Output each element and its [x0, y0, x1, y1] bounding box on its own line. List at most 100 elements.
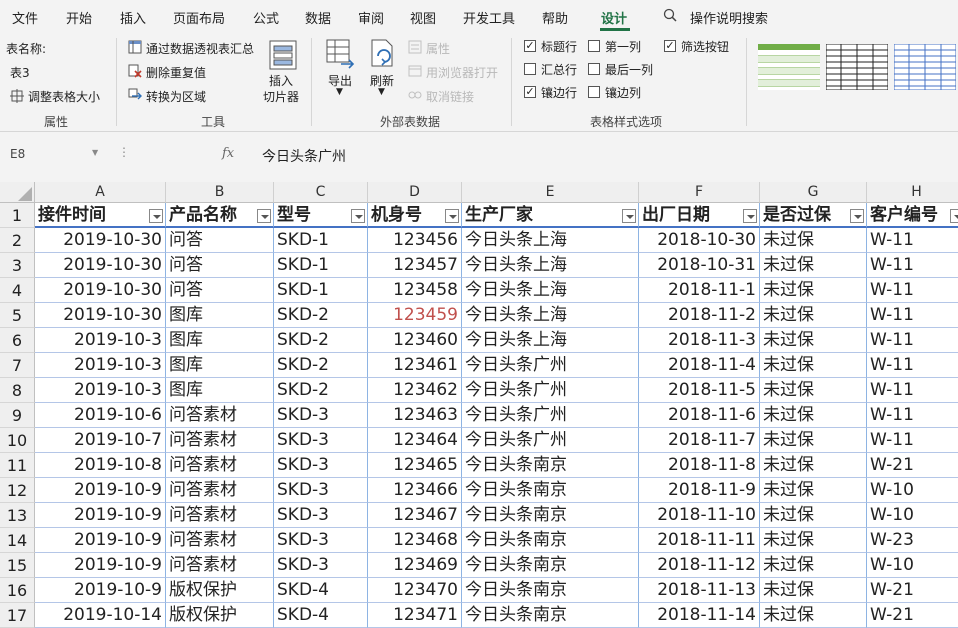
table-cell[interactable]: 123460 — [368, 328, 462, 353]
table-cell[interactable]: 123471 — [368, 603, 462, 628]
table-cell[interactable]: 图库 — [166, 378, 274, 403]
table-cell[interactable]: SKD-4 — [274, 603, 368, 628]
table-cell[interactable]: 未过保 — [760, 553, 867, 578]
table-header-cell[interactable]: 产品名称 — [166, 203, 274, 228]
table-cell[interactable]: W-21 — [867, 453, 958, 478]
table-cell[interactable]: 问答素材 — [166, 503, 274, 528]
table-cell[interactable]: 未过保 — [760, 253, 867, 278]
table-cell[interactable]: 未过保 — [760, 228, 867, 253]
row-header[interactable]: 14 — [0, 528, 35, 553]
name-box[interactable]: E8 — [10, 147, 25, 161]
table-cell[interactable]: 2019-10-30 — [35, 228, 166, 253]
select-all-corner[interactable] — [0, 182, 35, 203]
name-box-dropdown-icon[interactable]: ▼ — [92, 148, 98, 157]
table-cell[interactable]: W-23 — [867, 528, 958, 553]
last-column-checkbox[interactable] — [588, 63, 600, 75]
table-cell[interactable]: 2018-11-11 — [639, 528, 760, 553]
table-cell[interactable]: 今日头条上海 — [462, 278, 639, 303]
table-cell[interactable]: SKD-1 — [274, 278, 368, 303]
row-header[interactable]: 9 — [0, 403, 35, 428]
table-cell[interactable]: 未过保 — [760, 528, 867, 553]
table-cell[interactable]: 2019-10-9 — [35, 478, 166, 503]
table-cell[interactable]: 今日头条南京 — [462, 553, 639, 578]
table-cell[interactable]: SKD-3 — [274, 553, 368, 578]
table-cell[interactable]: 2019-10-30 — [35, 253, 166, 278]
table-cell[interactable]: SKD-1 — [274, 253, 368, 278]
insert-slicer-line1[interactable]: 插入 — [269, 72, 293, 89]
table-cell[interactable]: 未过保 — [760, 428, 867, 453]
fx-icon[interactable]: fx — [222, 146, 234, 161]
table-cell[interactable]: 2018-11-10 — [639, 503, 760, 528]
table-cell[interactable]: W-11 — [867, 428, 958, 453]
filter-dropdown-icon[interactable] — [950, 209, 958, 223]
table-cell[interactable]: 123456 — [368, 228, 462, 253]
filter-dropdown-icon[interactable] — [257, 209, 271, 223]
table-cell[interactable]: 2018-11-3 — [639, 328, 760, 353]
properties-button[interactable]: 属性 — [426, 40, 450, 57]
filter-dropdown-icon[interactable] — [850, 209, 864, 223]
table-cell[interactable]: 2018-11-1 — [639, 278, 760, 303]
table-cell[interactable]: 问答素材 — [166, 428, 274, 453]
table-cell[interactable]: 未过保 — [760, 503, 867, 528]
table-cell[interactable]: 今日头条上海 — [462, 303, 639, 328]
column-header-d[interactable]: D — [368, 182, 462, 203]
refresh-dropdown-icon[interactable]: ▼ — [378, 87, 385, 97]
table-cell[interactable]: 图库 — [166, 353, 274, 378]
open-in-browser-button[interactable]: 用浏览器打开 — [426, 64, 498, 81]
table-cell[interactable]: 123467 — [368, 503, 462, 528]
table-cell[interactable]: W-10 — [867, 478, 958, 503]
ribbon-tab[interactable]: 审阅 — [358, 8, 384, 27]
table-cell[interactable]: 123463 — [368, 403, 462, 428]
table-header-cell[interactable]: 机身号 — [368, 203, 462, 228]
table-cell[interactable]: SKD-3 — [274, 478, 368, 503]
row-header[interactable]: 1 — [0, 203, 35, 228]
table-cell[interactable]: 2019-10-30 — [35, 303, 166, 328]
ribbon-tab[interactable]: 公式 — [253, 8, 279, 27]
ribbon-tab[interactable]: 数据 — [305, 8, 331, 27]
table-cell[interactable]: 2018-11-9 — [639, 478, 760, 503]
table-cell[interactable]: 123459 — [368, 303, 462, 328]
row-header[interactable]: 17 — [0, 603, 35, 628]
table-cell[interactable]: 问答素材 — [166, 478, 274, 503]
table-cell[interactable]: 2019-10-3 — [35, 353, 166, 378]
table-cell[interactable]: SKD-2 — [274, 303, 368, 328]
table-cell[interactable]: 2019-10-9 — [35, 528, 166, 553]
table-cell[interactable]: 版权保护 — [166, 603, 274, 628]
table-cell[interactable]: 今日头条上海 — [462, 228, 639, 253]
table-cell[interactable]: W-11 — [867, 228, 958, 253]
table-cell[interactable]: 问答 — [166, 228, 274, 253]
banded-rows-checkbox[interactable]: ✓ — [524, 86, 536, 98]
table-cell[interactable]: 2019-10-3 — [35, 378, 166, 403]
table-cell[interactable]: W-11 — [867, 328, 958, 353]
table-cell[interactable]: 123469 — [368, 553, 462, 578]
column-header-e[interactable]: E — [462, 182, 639, 203]
banded-columns-checkbox[interactable] — [588, 86, 600, 98]
table-cell[interactable]: 问答 — [166, 278, 274, 303]
table-cell[interactable]: SKD-2 — [274, 328, 368, 353]
table-cell[interactable]: 图库 — [166, 303, 274, 328]
table-cell[interactable]: W-10 — [867, 503, 958, 528]
table-header-cell[interactable]: 出厂日期 — [639, 203, 760, 228]
table-cell[interactable]: 123457 — [368, 253, 462, 278]
ribbon-tab[interactable]: 设计 — [601, 8, 627, 27]
table-cell[interactable]: 未过保 — [760, 328, 867, 353]
column-header-h[interactable]: H — [867, 182, 958, 203]
row-header[interactable]: 5 — [0, 303, 35, 328]
table-cell[interactable]: 2019-10-14 — [35, 603, 166, 628]
table-cell[interactable]: 今日头条南京 — [462, 578, 639, 603]
remove-duplicates-button[interactable]: 删除重复值 — [146, 64, 206, 81]
ribbon-tab[interactable]: 文件 — [12, 8, 38, 27]
table-cell[interactable]: 今日头条南京 — [462, 603, 639, 628]
table-cell[interactable]: 问答 — [166, 253, 274, 278]
table-cell[interactable]: 123462 — [368, 378, 462, 403]
table-cell[interactable]: 2019-10-9 — [35, 553, 166, 578]
table-cell[interactable]: 今日头条广州 — [462, 428, 639, 453]
table-cell[interactable]: 图库 — [166, 328, 274, 353]
convert-to-range-button[interactable]: 转换为区域 — [146, 88, 206, 105]
row-header[interactable]: 12 — [0, 478, 35, 503]
search-icon[interactable] — [663, 8, 677, 22]
pivot-summary-button[interactable]: 通过数据透视表汇总 — [146, 40, 254, 57]
row-header[interactable]: 13 — [0, 503, 35, 528]
table-cell[interactable]: 2019-10-9 — [35, 503, 166, 528]
table-cell[interactable]: SKD-3 — [274, 403, 368, 428]
